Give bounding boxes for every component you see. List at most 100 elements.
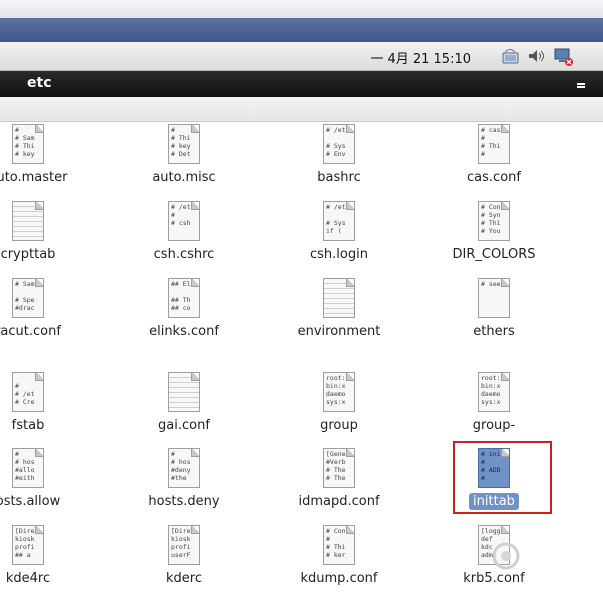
file-preview-line: bin:x	[326, 382, 346, 390]
file-item[interactable]: [Gene #Verb # The # The idmapd.conf	[264, 448, 414, 509]
text-file-icon[interactable]: [Dire kiosk profi userF	[168, 525, 200, 565]
file-item[interactable]: ## Sam# Thi# key auto.master	[0, 124, 103, 185]
file-item[interactable]: root: bin:x daemo sys:x group	[264, 372, 414, 433]
text-file-icon[interactable]: root: bin:x daemo sys:x	[478, 372, 510, 412]
text-file-icon[interactable]: # Con # # Thi # ker	[323, 525, 355, 565]
text-file-icon[interactable]: # Con # Syn # Thi # You	[478, 201, 510, 241]
file-name-label[interactable]: racut.conf	[0, 324, 103, 339]
file-preview-line: # see	[481, 280, 501, 288]
file-item[interactable]: # cas # # Thi # cas.conf	[419, 124, 569, 185]
text-file-icon[interactable]	[323, 278, 355, 318]
text-file-icon[interactable]: # /et # Sys if (	[323, 201, 355, 241]
file-name-label[interactable]: group-	[419, 418, 569, 433]
file-preview-line: # cas	[481, 126, 501, 134]
file-preview-line: # Thi	[326, 543, 346, 551]
file-item[interactable]: # # /et # Cre fstab	[0, 372, 103, 433]
file-item[interactable]: environment	[264, 278, 414, 339]
file-name-label[interactable]: csh.cshrc	[109, 247, 259, 262]
file-item[interactable]: gai.conf	[109, 372, 259, 433]
file-preview-line: # Spe	[15, 296, 35, 304]
text-file-icon[interactable]: # cas # # Thi #	[478, 124, 510, 164]
file-name-label[interactable]: DIR_COLORS	[419, 247, 569, 262]
file-item[interactable]: root: bin:x daemo sys:x group-	[419, 372, 569, 433]
file-item[interactable]: # Sam # Spe #drac racut.conf	[0, 278, 103, 339]
file-preview-line	[326, 211, 352, 219]
file-preview-line: # /et	[15, 390, 35, 398]
file-item[interactable]: [Dire kiosk profi ## a kde4rc	[0, 525, 103, 586]
text-file-icon[interactable]: # Sam # Spe #drac	[12, 278, 44, 318]
file-name-label[interactable]: crypttab	[0, 247, 103, 262]
file-preview-line: [Dire	[171, 527, 191, 535]
file-name-text: kdump.conf	[300, 571, 378, 586]
file-preview-line: # Thi	[171, 134, 191, 142]
file-name-label[interactable]: auto.master	[0, 170, 103, 185]
text-file-icon[interactable]: # /et # # csh	[168, 201, 200, 241]
text-file-icon[interactable]: # # /et # Cre	[12, 372, 44, 412]
text-file-icon[interactable]: root: bin:x daemo sys:x	[323, 372, 355, 412]
file-preview-line	[481, 288, 507, 296]
window-toolbar	[0, 97, 603, 122]
file-item[interactable]: # Con # Syn # Thi # You DIR_COLORS	[419, 201, 569, 262]
file-name-text: cas.conf	[467, 170, 521, 185]
file-preview-line	[481, 296, 507, 304]
file-name-label[interactable]: idmapd.conf	[264, 494, 414, 509]
text-file-icon[interactable]: # # hos #deny #the	[168, 448, 200, 488]
file-item[interactable]: # Con # # Thi # ker kdump.conf	[264, 525, 414, 586]
text-file-icon[interactable]	[168, 372, 200, 412]
file-preview-line: #	[15, 382, 19, 390]
file-name-text: DIR_COLORS	[452, 247, 536, 262]
file-name-label[interactable]: kdump.conf	[264, 571, 414, 586]
window-titlebar[interactable]: etc	[0, 71, 603, 97]
file-item[interactable]: # /et # Sys if ( csh.login	[264, 201, 414, 262]
file-name-label[interactable]: gai.conf	[109, 418, 259, 433]
text-file-icon[interactable]: [Gene #Verb # The # The	[323, 448, 355, 488]
file-preview-line: ## El	[171, 280, 191, 288]
file-name-label[interactable]: fstab	[0, 418, 103, 433]
text-file-icon[interactable]: # see	[478, 278, 510, 318]
file-item[interactable]: # /et # # csh csh.cshrc	[109, 201, 259, 262]
monitor-alert-icon[interactable]	[553, 46, 575, 66]
file-preview-line	[15, 374, 41, 382]
window-menu-icon[interactable]	[577, 83, 585, 85]
file-preview-line: #	[171, 126, 175, 134]
file-preview-line: # Syn	[481, 211, 501, 219]
file-preview-line: # Sam	[15, 134, 35, 142]
file-name-label[interactable]: kde4rc	[0, 571, 103, 586]
file-name-label[interactable]: environment	[264, 324, 414, 339]
text-file-icon[interactable]: # # Thi # key # Det	[168, 124, 200, 164]
file-name-label[interactable]: elinks.conf	[109, 324, 259, 339]
file-name-label[interactable]: auto.misc	[109, 170, 259, 185]
file-preview-line: # Thi	[15, 142, 35, 150]
network-icon[interactable]	[499, 46, 521, 66]
file-preview-line	[15, 288, 41, 296]
file-item[interactable]: crypttab	[0, 201, 103, 262]
text-file-icon[interactable]: ## El ## Th ## co	[168, 278, 200, 318]
file-name-label[interactable]: osts.allow	[0, 494, 103, 509]
panel-clock[interactable]: 一 4月 21 15:10	[370, 48, 471, 67]
file-preview-line: # key	[15, 150, 35, 158]
file-item[interactable]: # # hos #deny #the hosts.deny	[109, 448, 259, 509]
file-name-label[interactable]: bashrc	[264, 170, 414, 185]
text-file-icon[interactable]	[12, 201, 44, 241]
file-item[interactable]: # # Thi # key # Det auto.misc	[109, 124, 259, 185]
file-item[interactable]: # # hos #allo #eith osts.allow	[0, 448, 103, 509]
file-name-label[interactable]: kderc	[109, 571, 259, 586]
text-file-icon[interactable]: # # Sam # Thi # key	[12, 124, 44, 164]
text-file-icon[interactable]: # # hos #allo #eith	[12, 448, 44, 488]
volume-icon[interactable]	[525, 46, 547, 66]
file-name-label[interactable]: csh.login	[264, 247, 414, 262]
text-file-icon[interactable]: [Dire kiosk profi ## a	[12, 525, 44, 565]
file-name-label[interactable]: group	[264, 418, 414, 433]
file-item[interactable]: # see ethers	[419, 278, 569, 339]
file-item[interactable]: [Dire kiosk profi userF kderc	[109, 525, 259, 586]
file-item[interactable]: # /et # Sys # Env bashrc	[264, 124, 414, 185]
file-name-text: ethers	[473, 324, 515, 339]
file-name-text: kderc	[166, 571, 202, 586]
file-preview-line: # ker	[326, 551, 346, 559]
file-name-label[interactable]: hosts.deny	[109, 494, 259, 509]
file-name-label[interactable]: ethers	[419, 324, 569, 339]
file-name-text: gai.conf	[158, 418, 210, 433]
text-file-icon[interactable]: # /et # Sys # Env	[323, 124, 355, 164]
file-item[interactable]: ## El ## Th ## co elinks.conf	[109, 278, 259, 339]
file-name-label[interactable]: cas.conf	[419, 170, 569, 185]
